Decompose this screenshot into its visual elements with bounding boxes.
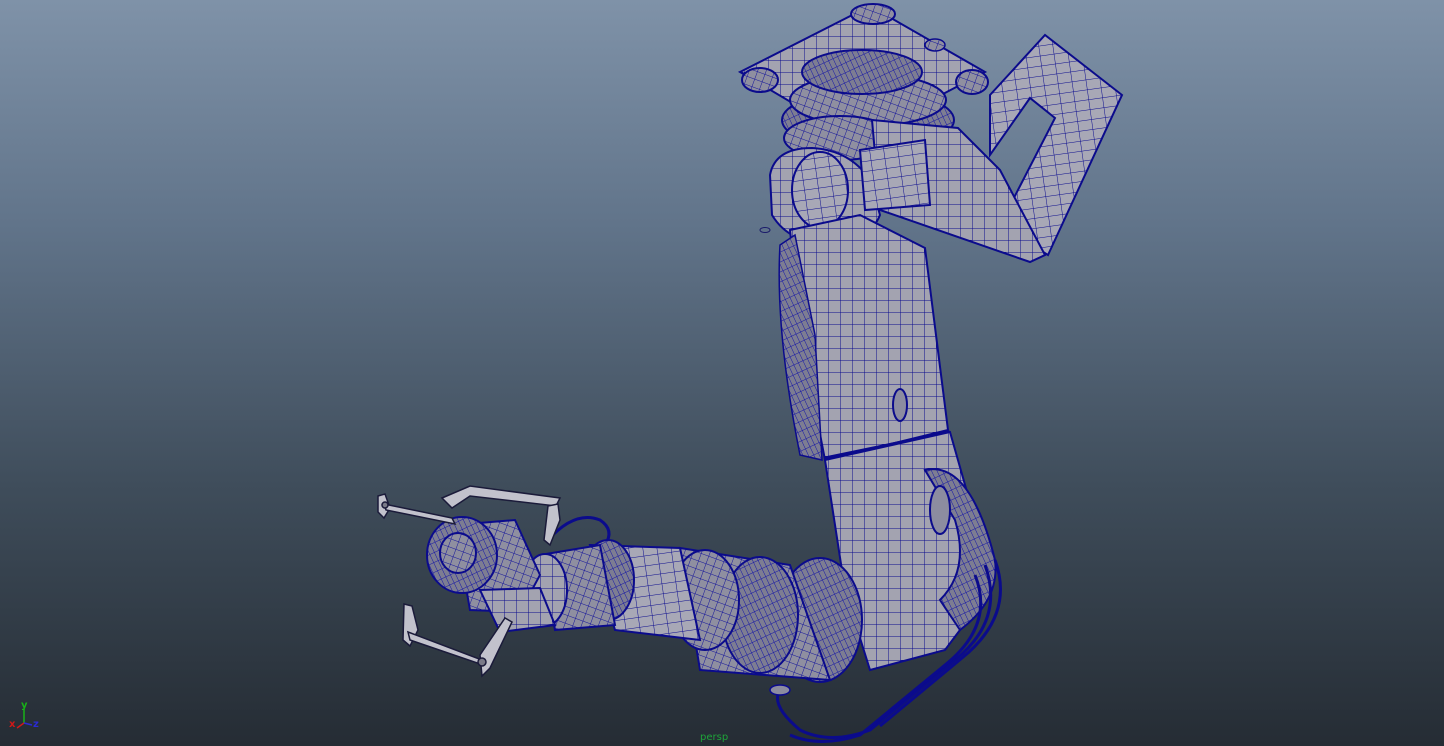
upper-arm-segment: [778, 213, 951, 462]
pivot-locator-icon[interactable]: [759, 227, 771, 233]
axis-y-label: y: [21, 700, 28, 711]
axis-x-label: x: [9, 719, 16, 730]
axis-z-label: z: [33, 719, 39, 730]
robot-arm-wireframe-model[interactable]: [0, 0, 1444, 746]
view-axis-gizmo: y x z: [9, 700, 39, 730]
wrist-joint-rings: [670, 546, 863, 696]
camera-name-label: persp: [700, 732, 729, 743]
gripper-head: [426, 516, 557, 634]
maya-perspective-viewport[interactable]: y x z persp: [0, 0, 1444, 746]
